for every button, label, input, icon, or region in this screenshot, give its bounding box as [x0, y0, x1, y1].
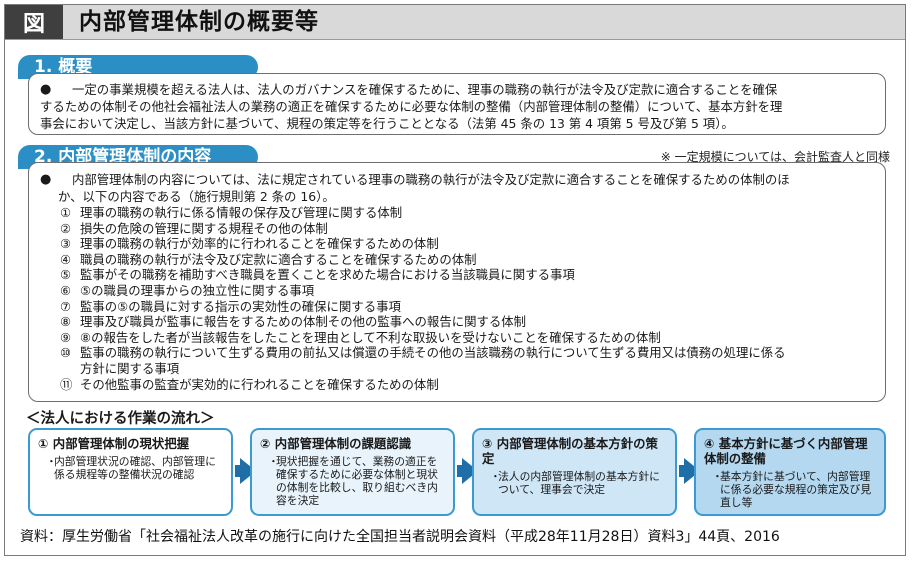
item-number: ⑩ — [60, 345, 72, 361]
list-item: ① 理事の職務の執行に係る情報の保存及び管理に関する体制 — [60, 205, 880, 221]
item-text: 方針に関する事項 — [80, 360, 180, 376]
step-body: 法人の内部管理体制の基本方針について、理事会で決定 — [498, 470, 660, 496]
item-text: ⑤の職員の理事からの独立性に関する事項 — [80, 282, 315, 298]
section1-text-line1: 一定の事業規模を超える法人は、法人のガバナンスを確保するために、理事の職務の執行… — [72, 82, 778, 97]
list-item: ② 損失の危険の管理に関する規程その他の体制 — [60, 221, 880, 237]
step-title: ② 内部管理体制の課題認識 — [260, 436, 412, 451]
item-number: ⑨ — [60, 329, 72, 345]
list-item: ④ 職員の職務の執行が法令及び定款に適合することを確保するための体制 — [60, 252, 880, 268]
list-item: ⑧ 理事及び職員が監事に報告をするための体制その他の監事への報告に関する体制 — [60, 314, 880, 330]
item-text: 職員の職務の執行が法令及び定款に適合することを確保するための体制 — [80, 251, 477, 267]
section2-bullet: ● — [40, 172, 52, 187]
requirements-list: ① 理事の職務の執行に係る情報の保存及び管理に関する体制 ② 損失の危険の管理に関す… — [60, 205, 880, 392]
step-body: 現状把握を通じて、業務の適正を確保するために必要な体制と現状の体制を比較し、取り… — [276, 455, 438, 507]
item-text: 理事及び職員が監事に報告をするための体制その他の監事への報告に関する体制 — [80, 314, 527, 330]
item-number: ⑤ — [60, 267, 72, 283]
flow-step-3: ③ 内部管理体制の基本方針の策定 ・法人の内部管理体制の基本方針について、理事会… — [472, 428, 677, 516]
list-item: ⑦ 監事の⑤の職員に対する指示の実効性の確保に関する事項 — [60, 299, 880, 315]
list-item: ⑪ その他監事の監査が実効的に行われることを確保するための体制 — [60, 377, 880, 393]
item-number — [60, 361, 80, 377]
step-body: 基本方針に基づいて、内部管理に係る必要な規程の策定及び見直し等 — [720, 470, 872, 509]
section2-intro-line1: 内部管理体制の内容については、法に規定されている理事の職務の執行が法令及び定款に… — [72, 172, 790, 187]
page-title: 内部管理体制の概要等 — [79, 9, 319, 35]
step-title: ① 内部管理体制の現状把握 — [38, 436, 190, 451]
list-item: ⑩ 監事の職務の執行について生ずる費用の前払又は償還の手続その他の当該職務の執行に… — [60, 345, 880, 361]
figure-badge: 図 — [5, 5, 63, 39]
item-number: ⑪ — [60, 376, 73, 392]
flow-title: ＜法人における作業の流れ＞ — [26, 411, 215, 427]
list-item: ③ 理事の職務の執行が効率的に行われることを確保するための体制 — [60, 236, 880, 252]
item-text: ⑧の報告をした者が当該報告をしたことを理由として不利な取扱いを受けないことを確保… — [80, 329, 661, 345]
item-text: 監事の⑤の職員に対する指示の実効性の確保に関する事項 — [80, 298, 401, 314]
step-bullet: ・ — [46, 455, 57, 468]
list-item: ⑤ 監事がその職務を補助すべき職員を置くことを求めた場合における当該職員に関する事… — [60, 267, 880, 283]
item-text: 監事がその職務を補助すべき職員を置くことを求めた場合における当該職員に関する事項 — [80, 267, 575, 283]
step-bullet: ・ — [712, 470, 723, 483]
section1-text-line2: するための体制その他社会福祉法人の業務の適正を確保するために必要な体制の整備（内… — [40, 99, 783, 114]
item-number: ⑦ — [60, 298, 72, 314]
step-body: 内部管理状況の確認、内部管理に係る規程等の整備状況の確認 — [54, 455, 216, 481]
list-item: ⑥ ⑤の職員の理事からの独立性に関する事項 — [60, 283, 880, 299]
item-number: ② — [60, 220, 72, 236]
item-number: ③ — [60, 236, 72, 252]
item-text: 理事の職務の執行に係る情報の保存及び管理に関する体制 — [80, 205, 403, 220]
item-number: ⑧ — [60, 314, 72, 330]
item-text: 監事の職務の執行について生ずる費用の前払又は償還の手続その他の当該職務の執行につ… — [80, 345, 786, 361]
flow-step-4: ④ 基本方針に基づく内部管理体制の整備 ・基本方針に基づいて、内部管理に係る必要… — [694, 428, 886, 516]
source-citation: 資料：厚生労働省「社会福祉法人改革の施行に向けた全国担当者説明会資料（平成28年… — [20, 529, 780, 545]
item-number: ④ — [60, 251, 72, 267]
step-bullet: ・ — [268, 455, 279, 468]
item-text: 理事の職務の執行が効率的に行われることを確保するための体制 — [80, 236, 439, 252]
list-item: 方針に関する事項 — [60, 361, 880, 377]
step-bullet: ・ — [490, 470, 501, 483]
step-title: ③ 内部管理体制の基本方針の策定 — [482, 436, 658, 466]
item-number: ⑥ — [60, 282, 72, 298]
item-number: ① — [60, 205, 72, 220]
section2-intro-line2: か、以下の内容である（施行規則第 2 条の 16）。 — [58, 189, 335, 204]
item-text: その他監事の監査が実効的に行われることを確保するための体制 — [80, 376, 439, 392]
section1-text-line3: 事会において決定し、当該方針に基づいて、規程の策定等を行うこととなる（法第 45… — [40, 116, 734, 131]
section1-bullet: ● — [40, 82, 52, 97]
flow-step-2: ② 内部管理体制の課題認識 ・現状把握を通じて、業務の適正を確保するために必要な… — [250, 428, 455, 516]
list-item: ⑨ ⑧の報告をした者が当該報告をしたことを理由として不利な取扱いを受けないことを確… — [60, 330, 880, 346]
step-title: ④ 基本方針に基づく内部管理体制の整備 — [704, 436, 868, 466]
flow-step-1: ① 内部管理体制の現状把握 ・内部管理状況の確認、内部管理に係る規程等の整備状況… — [28, 428, 233, 516]
item-text: 損失の危険の管理に関する規程その他の体制 — [80, 220, 328, 236]
title-bar: 図 内部管理体制の概要等 — [5, 5, 905, 40]
